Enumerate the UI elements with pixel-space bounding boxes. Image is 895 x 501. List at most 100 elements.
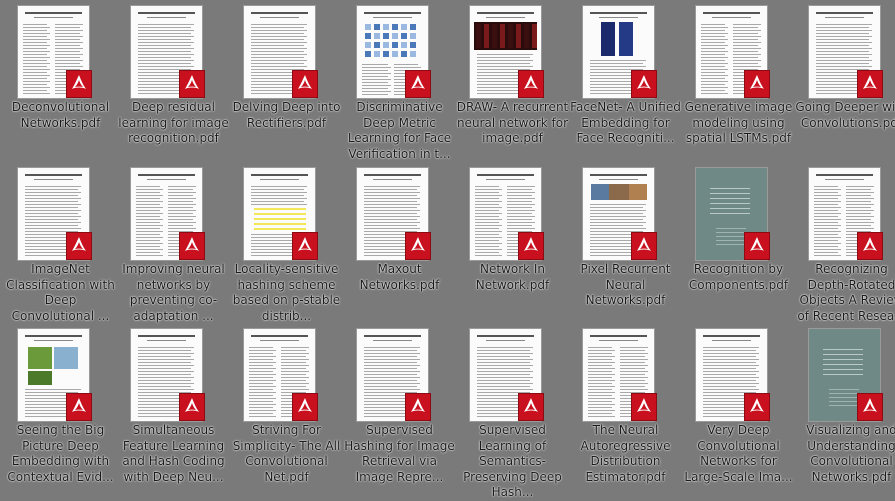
thumbnail-text-line (364, 216, 420, 217)
file-tile[interactable]: Visualizing and Understanding Convolutio… (795, 326, 895, 488)
thumbnail-text-line (814, 237, 841, 238)
thumbnail-text-line (281, 380, 306, 381)
file-tile[interactable]: DRAW- A recurrent neural network for ima… (456, 3, 569, 165)
file-tile[interactable]: Recognition by Components.pdf (682, 165, 795, 327)
thumbnail-text-line (588, 401, 612, 402)
thumbnail-text-line (55, 36, 83, 37)
adobe-pdf-icon (631, 232, 657, 260)
thumbnail-title-line (703, 335, 760, 337)
file-tile[interactable]: Seeing the Big Picture Deep Embedding wi… (4, 326, 117, 488)
file-tile[interactable]: Striving For Simplicity- The All Convolu… (230, 326, 343, 488)
thumbnail-text-line (703, 371, 759, 372)
file-tile[interactable]: Deep residual learning for image recogni… (117, 3, 230, 165)
thumbnail-text-line (701, 48, 725, 49)
thumbnail-text-line (138, 386, 191, 387)
thumbnail-text-line (588, 356, 615, 357)
file-tile[interactable]: Deconvolutional Networks.pdf (4, 3, 117, 165)
thumbnail-author-line (598, 340, 639, 341)
thumbnail-text-line (733, 48, 761, 49)
file-tile[interactable]: Recognizing Depth-Rotated Objects A Revi… (795, 165, 895, 327)
file-tile[interactable]: Discriminative Deep Metric Learning for … (343, 3, 456, 165)
thumbnail-text-line (138, 362, 191, 363)
thumbnail-figure (710, 188, 750, 189)
file-tile[interactable]: Very Deep Convolutional Networks for Lar… (682, 326, 795, 488)
thumbnail-text-line (701, 57, 728, 58)
thumbnail-text-line (364, 201, 417, 202)
thumbnail-text-line (25, 192, 81, 193)
thumbnail-text-line (55, 57, 80, 58)
file-tile[interactable]: Supervised Hashing for Image Retrieval v… (343, 326, 456, 488)
thumbnail-text-line (477, 377, 533, 378)
thumbnail-text-line (251, 201, 304, 202)
thumbnail-text-line (588, 359, 612, 360)
file-tile[interactable]: Simultaneous Feature Learning and Hash C… (117, 326, 230, 488)
thumbnail-text-line (138, 389, 194, 390)
thumbnail-text-line (701, 33, 728, 34)
thumbnail-text-line (249, 362, 276, 363)
thumbnail-figure (710, 213, 750, 214)
thumbnail-text-line (138, 347, 194, 348)
thumbnail-text-line (475, 246, 499, 247)
thumbnail-text-line (477, 356, 530, 357)
thumbnail-text-line (814, 222, 838, 223)
thumbnail-text-line (362, 64, 388, 65)
thumbnail-text-line (362, 94, 388, 95)
file-tile[interactable]: Going Deeper with Convolutions.pdf (795, 3, 895, 165)
thumbnail-text-line (251, 195, 304, 196)
file-tile[interactable]: Pixel Recurrent Neural Networks.pdf (569, 165, 682, 327)
file-tile[interactable]: ImageNet Classification with Deep Convol… (4, 165, 117, 327)
file-grid: Deconvolutional Networks.pdf Deep residua… (0, 0, 895, 499)
thumbnail-text-line (477, 353, 533, 354)
thumbnail-text-line (814, 207, 841, 208)
thumbnail-text-line (846, 201, 871, 202)
file-tile[interactable]: Delving Deep into Rectifiers.pdf (230, 3, 343, 165)
thumbnail-text-line (620, 371, 648, 372)
thumbnail-text-line (55, 39, 80, 40)
file-tile[interactable]: FaceNet- A Unified Embedding for Face Re… (569, 3, 682, 165)
thumbnail-text-line (364, 219, 417, 220)
thumbnail-text-line (23, 69, 50, 70)
thumbnail-text-line (364, 356, 417, 357)
file-name-label: Generative image modeling using spatial … (684, 100, 793, 145)
thumbnail-text-line (251, 51, 304, 52)
thumbnail-text-line (701, 39, 728, 40)
thumbnail-text-line (588, 368, 615, 369)
file-tile[interactable]: The Neural Autoregressive Distribution E… (569, 326, 682, 488)
thumbnail-text-line (281, 371, 309, 372)
thumbnail-text-line (136, 216, 160, 217)
thumbnail-text-line (620, 386, 645, 387)
file-tile[interactable]: Supervised Learning of Semantics-Preserv… (456, 326, 569, 499)
thumbnail-text-line (477, 60, 533, 61)
thumbnail-text-line (846, 198, 874, 199)
thumbnail-text-line (588, 362, 615, 363)
thumbnail-text-line (136, 186, 160, 187)
thumbnail-text-line (364, 189, 417, 190)
file-tile[interactable]: Network In Network.pdf (456, 165, 569, 327)
thumbnail-text-line (814, 246, 838, 247)
thumbnail-text-line (364, 374, 417, 375)
thumbnail-text-line (701, 60, 725, 61)
file-tile[interactable]: Locality-sensitive hashing scheme based … (230, 165, 343, 327)
thumbnail-text-line (23, 33, 50, 34)
thumbnail-text-line (703, 389, 759, 390)
thumbnail-text-line (703, 359, 759, 360)
thumbnail-text-line (55, 54, 83, 55)
thumbnail-text-line (23, 27, 50, 28)
file-tile[interactable]: Improving neural networks by preventing … (117, 165, 230, 327)
file-tile[interactable]: Generative image modeling using spatial … (682, 3, 795, 165)
file-name-label: Deconvolutional Networks.pdf (11, 100, 110, 130)
thumbnail-author-line (824, 179, 865, 180)
thumbnail-text-line (475, 219, 502, 220)
thumbnail-text-line (816, 33, 869, 34)
thumbnail-text-line (588, 392, 615, 393)
file-tile[interactable]: Maxout Networks.pdf (343, 165, 456, 327)
thumbnail-text-line (475, 195, 502, 196)
thumbnail-text-line (55, 48, 83, 49)
thumbnail-text-line (138, 27, 191, 28)
thumbnail-text-line (23, 60, 47, 61)
thumbnail-text-line (23, 87, 50, 88)
thumbnail-text-line (733, 39, 758, 40)
adobe-pdf-icon (66, 393, 92, 421)
thumbnail-text-line (25, 189, 78, 190)
thumbnail-text-line (477, 54, 533, 55)
